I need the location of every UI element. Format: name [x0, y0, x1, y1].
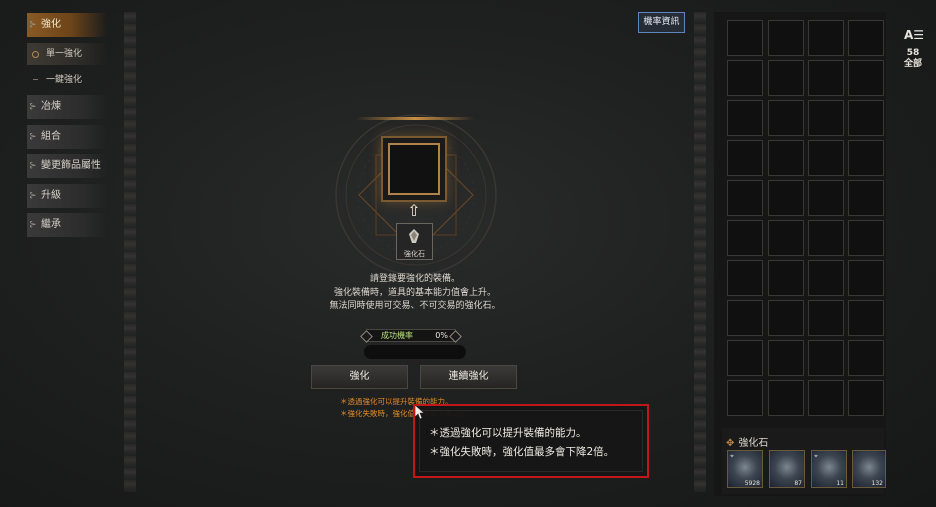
lock-icon: ⌖	[730, 452, 734, 460]
inventory-slot[interactable]	[848, 100, 884, 136]
stone-slot-label: 強化石	[404, 250, 425, 258]
inventory-slot[interactable]	[768, 380, 804, 416]
inventory-slot[interactable]	[727, 220, 763, 256]
inventory-slot[interactable]	[808, 300, 844, 336]
menu-marker-icon: ⊱	[29, 132, 37, 142]
inventory-slot[interactable]	[848, 140, 884, 176]
menu-change-accessory[interactable]: ⊱ 變更飾品屬性	[27, 154, 107, 178]
left-decorative-pillar	[124, 12, 136, 492]
inventory-slot[interactable]	[848, 220, 884, 256]
material-bar	[364, 345, 466, 359]
inventory-slot[interactable]	[727, 340, 763, 376]
inventory-slot[interactable]	[848, 180, 884, 216]
enhance-stone-slot[interactable]: 強化石	[396, 223, 433, 260]
inventory-slot[interactable]	[808, 180, 844, 216]
submenu-one-click-enhance[interactable]: 一鍵強化	[27, 69, 107, 91]
inventory-slot[interactable]	[768, 100, 804, 136]
stone-item[interactable]: 132	[852, 450, 886, 488]
right-decorative-pillar	[694, 12, 706, 492]
success-rate-value: 0%	[435, 331, 448, 340]
inventory-slot[interactable]	[768, 260, 804, 296]
stone-section-icon: ✥	[726, 438, 735, 449]
menu-inherit[interactable]: ⊱ 繼承	[27, 213, 107, 237]
inventory-slot[interactable]	[848, 20, 884, 56]
inventory-slot[interactable]	[768, 60, 804, 96]
menu-marker-icon: ⊱	[29, 220, 37, 230]
inventory-slot[interactable]	[727, 180, 763, 216]
description-line-1: 請登錄要強化的裝備。	[369, 274, 460, 284]
success-rate-label: 成功機率	[381, 331, 413, 340]
description-line-3: 無法同時使用可交易、不可交易的強化石。	[329, 301, 501, 311]
inventory-slot[interactable]	[727, 60, 763, 96]
arrow-up-icon: ⇧	[407, 201, 421, 220]
inventory-slot[interactable]	[808, 260, 844, 296]
inventory-slot[interactable]	[848, 340, 884, 376]
mouse-cursor-icon	[415, 405, 425, 419]
radio-dot-icon	[32, 51, 39, 58]
inventory-slot[interactable]	[768, 340, 804, 376]
inventory-slot[interactable]	[808, 100, 844, 136]
equipment-slot[interactable]	[388, 143, 440, 195]
tooltip-inner-frame	[419, 410, 643, 472]
inventory-slot[interactable]	[727, 300, 763, 336]
inventory-slot[interactable]	[848, 380, 884, 416]
menu-marker-icon: ⊱	[29, 161, 37, 171]
menu-marker-icon: ⊱	[29, 191, 37, 201]
tooltip-line-1: ＊透過強化可以提升裝備的能力。	[429, 427, 587, 439]
inventory-slot[interactable]	[768, 220, 804, 256]
description-line-2: 強化裝備時，道具的基本能力值會上升。	[333, 288, 496, 298]
stone-item[interactable]: ⌖ 5928	[727, 450, 763, 488]
inventory-slot[interactable]	[808, 20, 844, 56]
rate-info-button[interactable]: 機率資訊	[638, 12, 685, 33]
sort-icon[interactable]: A☰	[903, 28, 925, 42]
success-rate-bar: 成功機率 0%	[360, 329, 462, 343]
menu-upgrade[interactable]: ⊱ 升級	[27, 184, 107, 208]
stone-item[interactable]: ⌖ 11	[811, 450, 847, 488]
inventory-slot[interactable]	[848, 60, 884, 96]
continuous-enhance-button[interactable]: 連續強化	[420, 365, 517, 389]
inventory-slot[interactable]	[768, 300, 804, 336]
inventory-count-value: 58	[906, 48, 920, 58]
inventory-slot[interactable]	[808, 220, 844, 256]
stone-section-header: ✥ 強化石	[726, 438, 769, 449]
tooltip-popup: ＊透過強化可以提升裝備的能力。 ＊強化失敗時，強化值最多會下降2倍。	[413, 404, 649, 478]
inventory-slot[interactable]	[848, 300, 884, 336]
inventory-slot[interactable]	[768, 140, 804, 176]
submenu-single-enhance[interactable]: 單一強化	[27, 43, 107, 65]
tooltip-line-2: ＊強化失敗時，強化值最多會下降2倍。	[429, 446, 615, 458]
top-glow-bar	[356, 117, 474, 120]
lock-icon: ⌖	[814, 452, 818, 460]
stone-item[interactable]: 87	[769, 450, 805, 488]
inventory-slot[interactable]	[808, 340, 844, 376]
inventory-slot[interactable]	[808, 380, 844, 416]
menu-combine[interactable]: ⊱ 組合	[27, 125, 107, 149]
menu-marker-icon: ⊱	[29, 102, 37, 112]
inventory-slot[interactable]	[808, 60, 844, 96]
menu-refine[interactable]: ⊱ 冶煉	[27, 95, 107, 119]
inventory-slot[interactable]	[768, 20, 804, 56]
inventory-slot[interactable]	[727, 100, 763, 136]
inventory-slot[interactable]	[848, 260, 884, 296]
inventory-slot[interactable]	[768, 180, 804, 216]
inventory-slot[interactable]	[808, 140, 844, 176]
enhance-stone-icon	[409, 229, 419, 243]
menu-marker-icon: ⊱	[29, 20, 37, 30]
menu-enhance[interactable]: ⊱ 強化	[27, 13, 107, 37]
dash-icon	[33, 79, 38, 80]
inventory-slot[interactable]	[727, 260, 763, 296]
enhance-button[interactable]: 強化	[311, 365, 408, 389]
inventory-count[interactable]: 58 全部	[897, 48, 929, 70]
inventory-slot[interactable]	[727, 20, 763, 56]
inventory-slot[interactable]	[727, 380, 763, 416]
inventory-slot[interactable]	[727, 140, 763, 176]
inventory-filter-label: 全部	[903, 59, 922, 69]
